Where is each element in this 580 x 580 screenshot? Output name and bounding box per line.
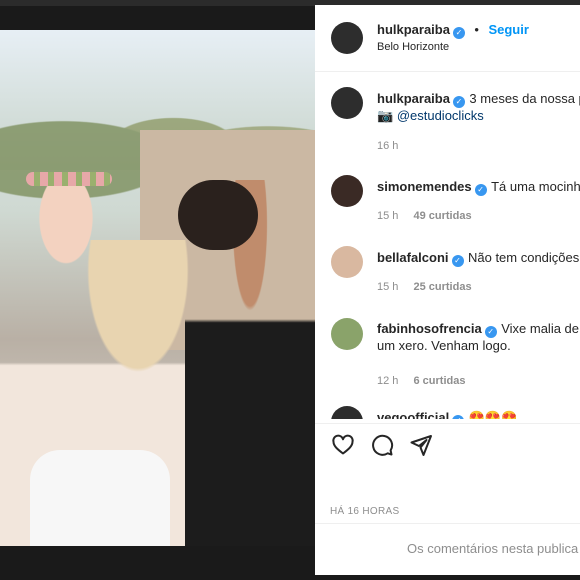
caption-time[interactable]: 16 h	[377, 140, 398, 152]
comment-item: vegoofficial✓ 😍😍😍	[315, 405, 580, 419]
avatar[interactable]	[331, 246, 363, 278]
avatar[interactable]	[331, 406, 363, 419]
verified-icon: ✓	[451, 255, 464, 267]
caption-text: 3 meses da nossa p	[469, 91, 580, 106]
verified-icon: ✓	[452, 415, 465, 419]
photo-baby	[0, 170, 110, 330]
comment-time[interactable]: 15 h	[377, 281, 398, 293]
divider	[315, 523, 580, 524]
post-header: hulkparaiba ✓ • Seguir Belo Horizonte	[315, 5, 580, 72]
post-time[interactable]: HÁ 16 HORAS	[330, 506, 399, 517]
separator: •	[474, 22, 479, 37]
comment-text: 😍😍😍	[468, 410, 518, 419]
share-icon[interactable]	[409, 433, 433, 457]
flower-wreath	[26, 172, 112, 186]
comment-username[interactable]: vegoofficial	[377, 410, 449, 419]
mention-link[interactable]: @estudioclicks	[397, 108, 484, 123]
comment-likes[interactable]: 49 curtidas	[413, 210, 471, 222]
post-photo[interactable]	[0, 30, 315, 546]
comment-text: Tá uma mocinh	[491, 179, 580, 194]
comment-time[interactable]: 15 h	[377, 210, 398, 222]
comment-text: Vixe malia de	[501, 321, 580, 336]
verified-icon: ✓	[474, 184, 487, 196]
comments-disabled-notice: Os comentários nesta publica	[407, 541, 579, 556]
divider	[315, 423, 580, 424]
verified-icon: ✓	[452, 27, 465, 39]
comment-username[interactable]: fabinhosofrencia	[377, 321, 482, 336]
comment-username[interactable]: bellafalconi	[377, 250, 449, 265]
post-username[interactable]: hulkparaiba	[377, 22, 450, 37]
location[interactable]: Belo Horizonte	[377, 41, 449, 53]
comment-text: Não tem condições	[467, 250, 580, 265]
post-sidebar: hulkparaiba ✓ • Seguir Belo Horizonte hul…	[315, 5, 580, 575]
avatar[interactable]	[331, 22, 363, 54]
comment-text-continued: um xero. Venham logo.	[377, 338, 511, 353]
caption-username[interactable]: hulkparaiba	[377, 91, 450, 106]
comment-username[interactable]: simonemendes	[377, 179, 472, 194]
avatar[interactable]	[331, 318, 363, 350]
follow-button[interactable]: Seguir	[488, 22, 528, 37]
comment-icon[interactable]	[370, 433, 394, 457]
action-bar	[331, 433, 433, 457]
verified-icon: ✓	[452, 96, 465, 108]
verified-icon: ✓	[484, 326, 497, 338]
camera-emoji: 📷	[377, 108, 394, 123]
comment-time[interactable]: 12 h	[377, 375, 398, 387]
avatar[interactable]	[331, 175, 363, 207]
comment-likes[interactable]: 6 curtidas	[413, 375, 465, 387]
comment-likes[interactable]: 25 curtidas	[413, 281, 471, 293]
avatar[interactable]	[331, 87, 363, 119]
heart-icon[interactable]	[331, 433, 355, 457]
